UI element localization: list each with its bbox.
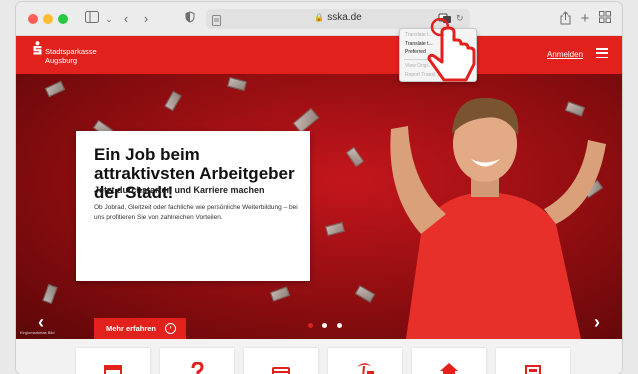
brand-line-1: Stadtsparkasse xyxy=(45,47,97,56)
banknote-image xyxy=(164,90,182,112)
minimize-window-button[interactable] xyxy=(43,14,53,24)
slide-indicator xyxy=(308,315,347,333)
card-icon xyxy=(272,367,290,374)
image-credit: Kirgiomarketas Bild xyxy=(20,330,55,335)
quick-links xyxy=(16,339,622,374)
palm-tree-icon xyxy=(357,363,374,374)
banknote-image xyxy=(325,221,345,237)
hero-banner: Ein Job beim attraktivsten Arbeitgeber d… xyxy=(16,74,622,339)
hero-body: Ob Jobrad, Gleitzeit oder fachliche wie … xyxy=(94,204,298,221)
brand-name[interactable]: Stadtsparkasse Augsburg xyxy=(45,47,97,65)
forward-button[interactable]: › xyxy=(140,11,152,27)
menu-icon[interactable] xyxy=(596,48,608,59)
question-icon xyxy=(191,362,204,374)
tab-overview-icon[interactable] xyxy=(598,11,612,27)
banknote-image xyxy=(345,146,365,168)
login-link[interactable]: Anmelden xyxy=(547,50,583,59)
quick-link-tile[interactable] xyxy=(76,348,150,374)
quick-link-tile[interactable] xyxy=(160,348,234,374)
quick-link-tile[interactable] xyxy=(328,348,402,374)
menu-preferred-languages[interactable]: Preferred xyxy=(405,49,426,56)
banknote-image xyxy=(42,283,58,305)
sparkasse-logo[interactable] xyxy=(33,41,42,60)
calendar-icon xyxy=(104,365,122,374)
hero-card: Ein Job beim attraktivsten Arbeitgeber d… xyxy=(76,131,310,281)
quick-link-tile[interactable] xyxy=(244,348,318,374)
slide-dot-3[interactable] xyxy=(336,323,342,328)
calculator-icon xyxy=(525,365,541,374)
lock-icon: 🔒 xyxy=(314,13,325,22)
site-header: Stadtsparkasse Augsburg Anmelden xyxy=(16,36,622,74)
url-text: sska.de xyxy=(327,12,362,23)
fullscreen-window-button[interactable] xyxy=(58,14,68,24)
next-slide-button[interactable]: › xyxy=(594,312,600,333)
sidebar-icon[interactable] xyxy=(84,11,100,27)
browser-window: ⌄ ‹ › 🔒 sska.de ↻ + Stadtsparkasse Augsb… xyxy=(16,2,622,374)
quick-link-tile[interactable] xyxy=(496,348,570,374)
banknote-image xyxy=(269,286,291,302)
new-tab-icon[interactable]: + xyxy=(578,11,592,27)
mehr-erfahren-button[interactable]: Mehr erfahren › xyxy=(94,318,186,339)
slide-dot-1[interactable] xyxy=(308,323,313,328)
brand-line-2: Augsburg xyxy=(45,56,78,65)
quick-link-tile[interactable] xyxy=(412,348,486,374)
chevron-down-icon[interactable]: ⌄ xyxy=(104,11,114,27)
banknote-image xyxy=(44,80,66,98)
hero-person-image xyxy=(390,97,606,339)
browser-toolbar: ⌄ ‹ › 🔒 sska.de ↻ + xyxy=(16,2,622,36)
share-icon[interactable] xyxy=(558,11,572,27)
pointer-hand-icon xyxy=(427,18,476,82)
cta-label: Mehr erfahren xyxy=(106,324,157,333)
close-window-button[interactable] xyxy=(28,14,38,24)
arrow-right-icon: › xyxy=(165,323,176,334)
back-button[interactable]: ‹ xyxy=(120,11,132,27)
hero-subline: Jetzt durchstarten und Karriere machen xyxy=(94,185,265,195)
banknote-image xyxy=(292,107,320,134)
house-icon xyxy=(440,363,458,374)
slide-dot-2[interactable] xyxy=(322,323,328,328)
privacy-shield-icon[interactable] xyxy=(183,11,197,27)
banknote-image xyxy=(227,76,247,92)
